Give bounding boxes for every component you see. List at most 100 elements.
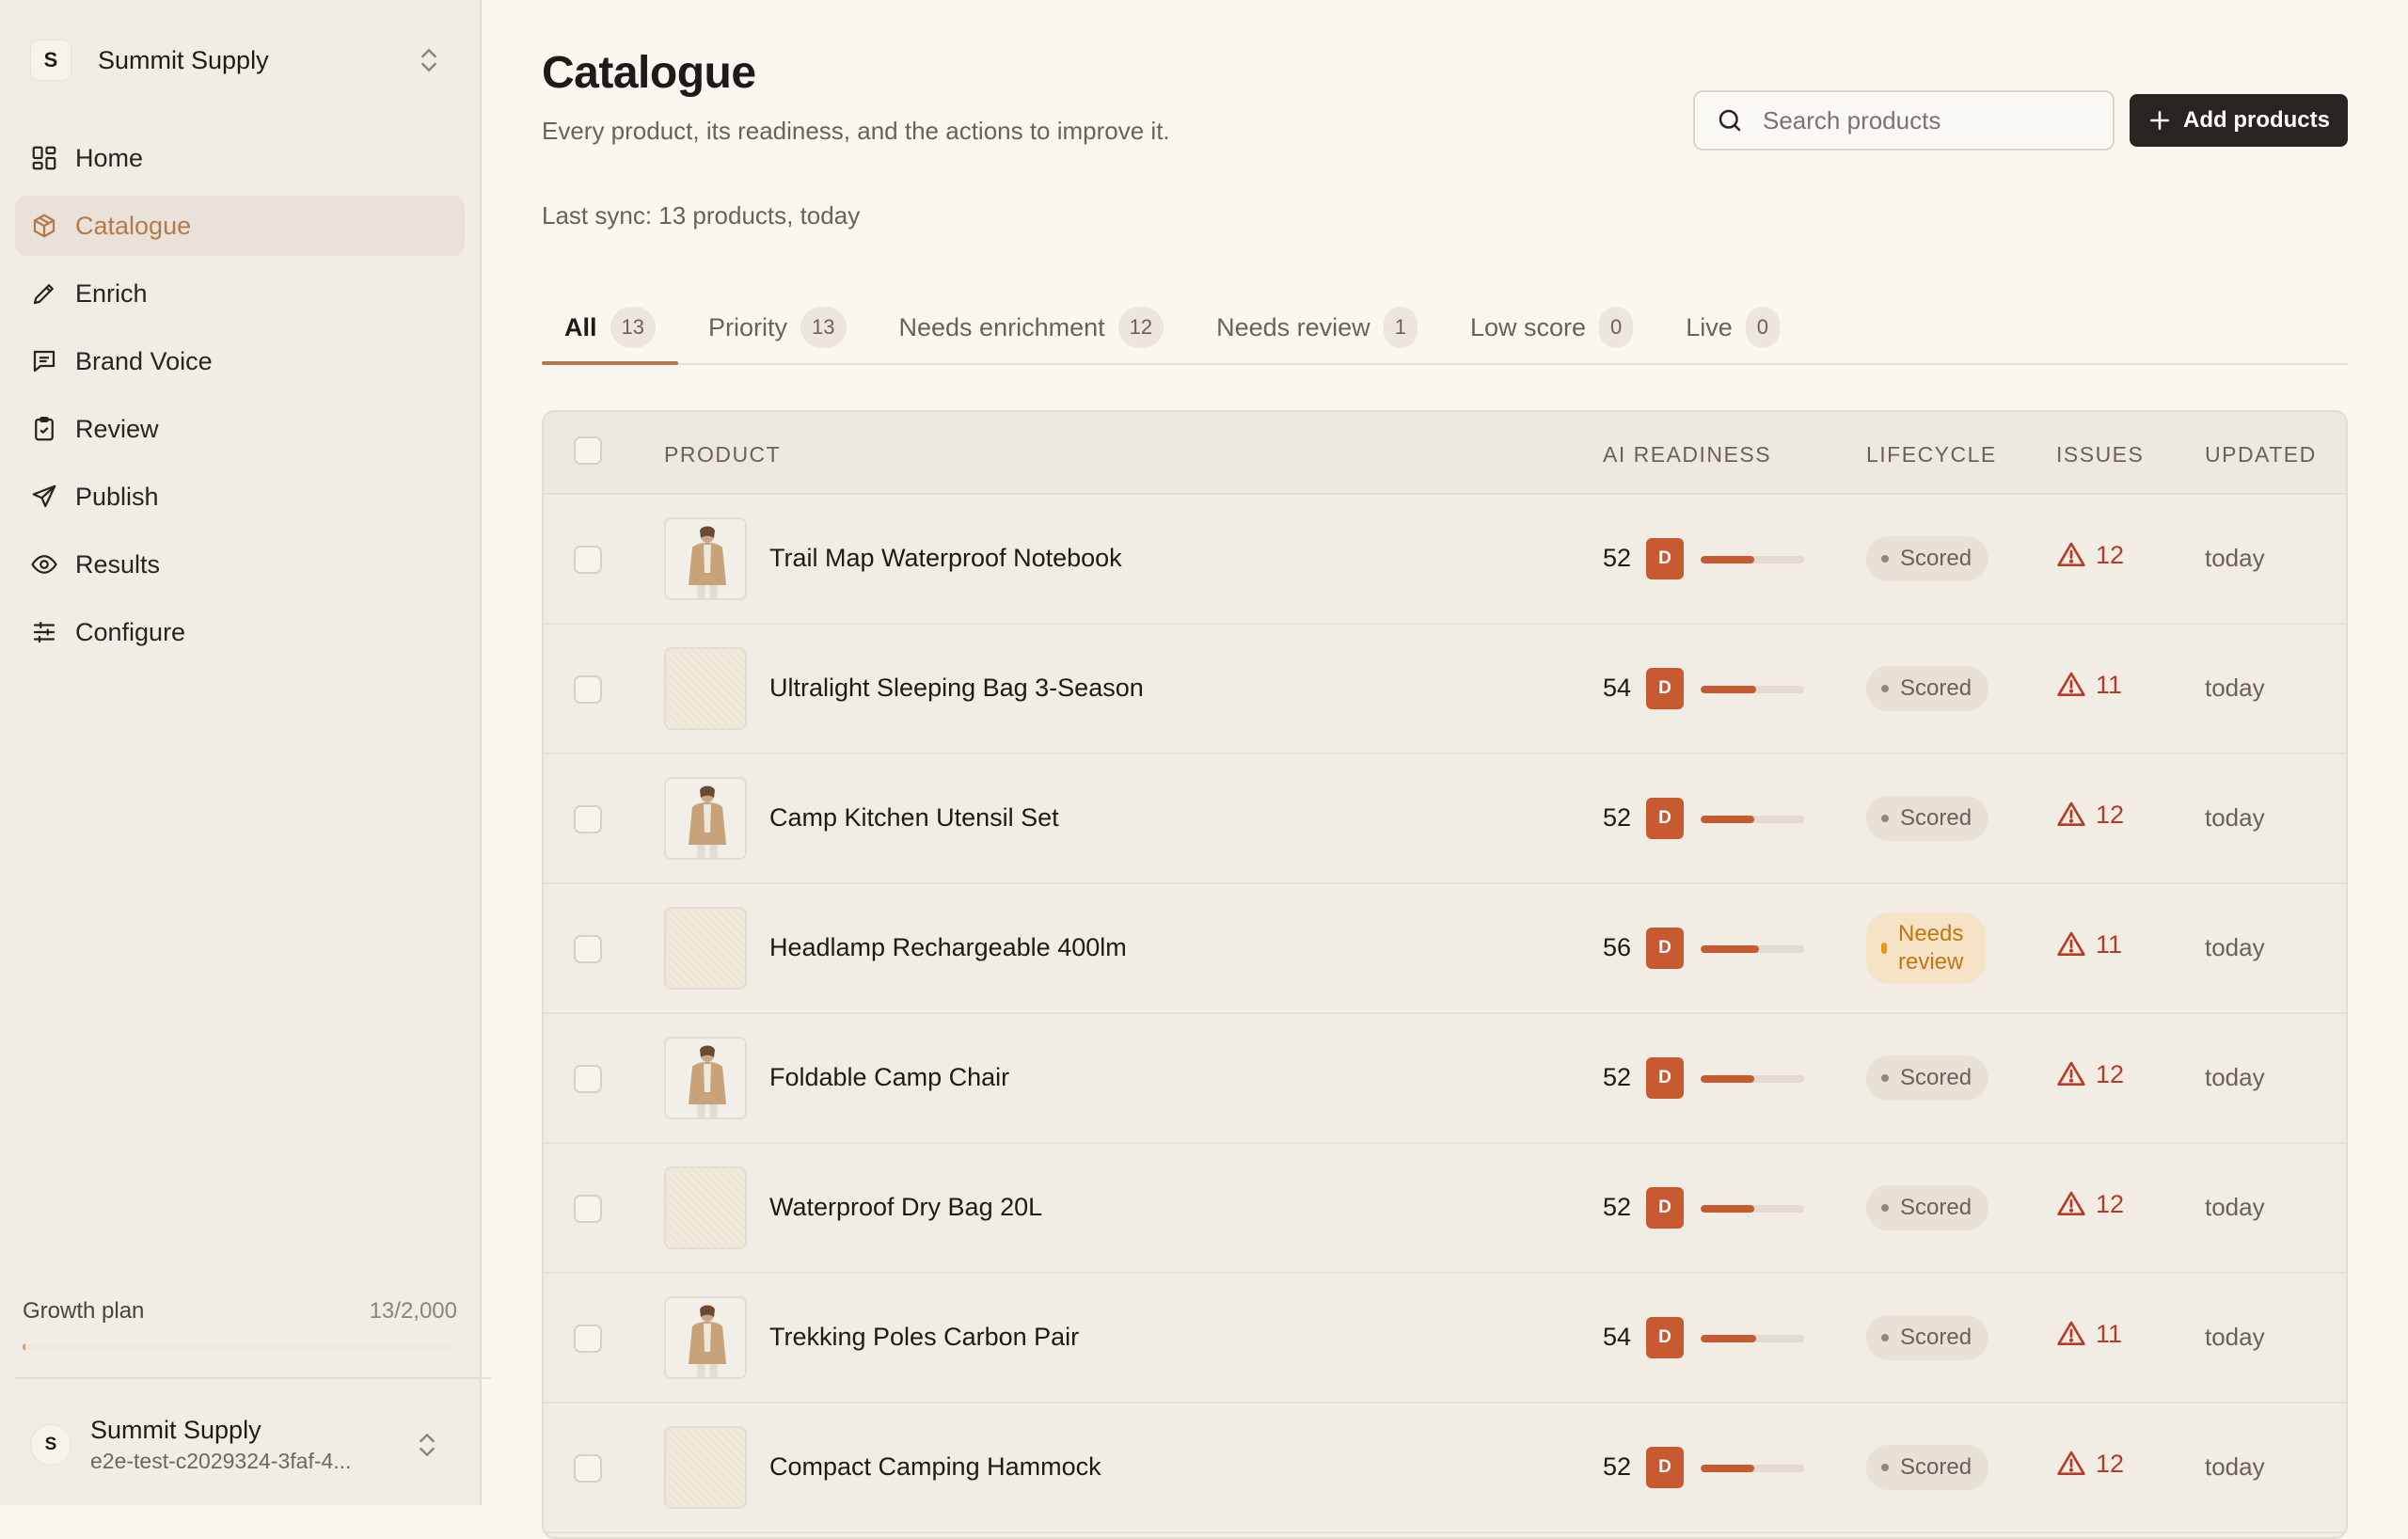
column-header-ai-readiness[interactable]: AI READINESS — [1603, 442, 1771, 468]
table-row[interactable]: Trail Map Waterproof Notebook 52 D Scored 12… — [544, 495, 2346, 625]
account-switcher[interactable]: S Summit Supply e2e-test-c2029324-3faf-4… — [30, 1411, 453, 1479]
sidebar-item-publish[interactable]: Publish — [15, 467, 465, 527]
tab-count-badge: 13 — [610, 307, 656, 348]
tab-low-score[interactable]: Low score 0 — [1448, 292, 1656, 363]
search-input[interactable] — [1761, 104, 2081, 136]
row-checkbox[interactable] — [574, 805, 602, 833]
table-row[interactable]: Camp Kitchen Utensil Set 52 D Scored 12 today — [544, 754, 2346, 884]
sidebar-item-configure[interactable]: Configure — [15, 602, 465, 662]
search-icon — [1719, 109, 1741, 132]
eye-icon — [28, 548, 60, 580]
tab-needs-review[interactable]: Needs review 1 — [1194, 292, 1440, 363]
product-thumbnail — [664, 907, 747, 990]
product-name[interactable]: Camp Kitchen Utensil Set — [769, 803, 1059, 833]
tab-priority[interactable]: Priority 13 — [686, 292, 869, 363]
issues-count[interactable]: 12 — [2056, 1059, 2124, 1089]
issues-count[interactable]: 12 — [2056, 800, 2124, 830]
tab-all[interactable]: All 13 — [542, 292, 678, 365]
tab-label: Low score — [1469, 312, 1586, 341]
updated-date: today — [2205, 933, 2265, 961]
row-checkbox[interactable] — [574, 1454, 602, 1483]
send-icon — [28, 481, 60, 513]
issues-value: 11 — [2096, 670, 2123, 699]
product-name[interactable]: Headlamp Rechargeable 400lm — [769, 933, 1127, 962]
table-row[interactable]: Foldable Camp Chair 52 D Scored 12 today — [544, 1014, 2346, 1144]
workspace-switcher[interactable]: S Summit Supply — [30, 34, 453, 87]
sidebar-item-label: Publish — [75, 482, 159, 511]
issues-count[interactable]: 11 — [2056, 1319, 2122, 1349]
account-avatar: S — [30, 1424, 71, 1466]
issues-value: 12 — [2096, 1189, 2125, 1218]
product-name[interactable]: Compact Camping Hammock — [769, 1452, 1101, 1482]
sidebar-item-home[interactable]: Home — [15, 128, 465, 188]
issues-count[interactable]: 11 — [2056, 929, 2122, 960]
sidebar-item-catalogue[interactable]: Catalogue — [15, 196, 465, 256]
page-subtitle: Every product, its readiness, and the ac… — [542, 117, 1170, 145]
row-checkbox[interactable] — [574, 1325, 602, 1353]
table-body: Trail Map Waterproof Notebook 52 D Scored 12… — [544, 495, 2346, 1533]
readiness-progress-fill — [1701, 945, 1759, 953]
package-icon — [28, 210, 60, 242]
row-checkbox[interactable] — [574, 1195, 602, 1223]
sidebar-item-enrich[interactable]: Enrich — [15, 263, 465, 324]
issues-count[interactable]: 12 — [2056, 1189, 2124, 1219]
row-checkbox[interactable] — [574, 546, 602, 574]
table-row[interactable]: Waterproof Dry Bag 20L 52 D Scored 12 today — [544, 1144, 2346, 1274]
updated-date: today — [2205, 544, 2265, 572]
warning-icon — [2057, 1191, 2085, 1215]
updated-date: today — [2205, 1452, 2265, 1481]
status-dot — [1881, 555, 1889, 563]
table-row[interactable]: Headlamp Rechargeable 400lm 56 D Needs revi… — [544, 884, 2346, 1014]
table-row[interactable]: Ultralight Sleeping Bag 3-Season 54 D Score… — [544, 625, 2346, 754]
add-products-button[interactable]: Add products — [2130, 94, 2348, 147]
column-header-product[interactable]: PRODUCT — [664, 442, 781, 468]
issues-count[interactable]: 12 — [2056, 1449, 2124, 1479]
tab-count-badge: 1 — [1383, 307, 1418, 348]
readiness-grade-badge: D — [1646, 1447, 1684, 1488]
readiness-progress-fill — [1701, 1205, 1755, 1213]
chevron-up-down-icon — [421, 49, 436, 71]
row-checkbox[interactable] — [574, 675, 602, 704]
account-name: Summit Supply — [90, 1416, 261, 1444]
status-dot — [1881, 685, 1889, 692]
product-name[interactable]: Ultralight Sleeping Bag 3-Season — [769, 674, 1144, 703]
status-dot — [1881, 1204, 1889, 1212]
sidebar-item-results[interactable]: Results — [15, 534, 465, 595]
issues-count[interactable]: 12 — [2056, 540, 2124, 570]
table-row[interactable]: Compact Camping Hammock 52 D Scored 12 today — [544, 1404, 2346, 1533]
table-header: PRODUCT AI READINESS LIFECYCLE ISSUES UP… — [544, 412, 2346, 495]
updated-date: today — [2205, 674, 2265, 702]
tab-count-badge: 0 — [1599, 307, 1634, 348]
readiness-score: 52 — [1603, 544, 1632, 572]
tab-needs-enrichment[interactable]: Needs enrichment 12 — [877, 292, 1187, 363]
product-name[interactable]: Trail Map Waterproof Notebook — [769, 544, 1122, 573]
column-header-issues[interactable]: ISSUES — [2056, 442, 2144, 468]
row-checkbox[interactable] — [574, 935, 602, 963]
warning-icon — [2057, 672, 2085, 696]
tab-label: Live — [1686, 312, 1733, 341]
select-all-checkbox[interactable] — [574, 436, 602, 465]
tab-live[interactable]: Live 0 — [1663, 292, 1802, 363]
product-name[interactable]: Waterproof Dry Bag 20L — [769, 1193, 1042, 1222]
sidebar-nav: Home Catalogue Enrich Brand Voice Review Publ… — [15, 128, 465, 670]
product-name[interactable]: Foldable Camp Chair — [769, 1063, 1009, 1092]
workspace-name: Summit Supply — [98, 45, 269, 74]
column-header-lifecycle[interactable]: LIFECYCLE — [1866, 442, 1997, 468]
table-row[interactable]: Trekking Poles Carbon Pair 54 D Scored 11 tod… — [544, 1274, 2346, 1404]
readiness-progress-bar — [1701, 1465, 1804, 1472]
sidebar-item-review[interactable]: Review — [15, 399, 465, 459]
column-header-updated[interactable]: UPDATED — [2205, 442, 2317, 468]
search-box[interactable] — [1693, 90, 2115, 151]
sliders-icon — [28, 616, 60, 648]
page-title: Catalogue — [542, 48, 756, 98]
updated-date: today — [2205, 1323, 2265, 1351]
issues-value: 11 — [2096, 929, 2123, 959]
readiness-score: 52 — [1603, 1193, 1632, 1221]
product-name[interactable]: Trekking Poles Carbon Pair — [769, 1323, 1079, 1352]
readiness-score: 56 — [1603, 933, 1632, 961]
issues-count[interactable]: 11 — [2056, 670, 2122, 700]
tab-count-badge: 12 — [1117, 307, 1164, 348]
row-checkbox[interactable] — [574, 1065, 602, 1093]
readiness-progress-fill — [1701, 1335, 1757, 1342]
sidebar-item-brand-voice[interactable]: Brand Voice — [15, 331, 465, 391]
